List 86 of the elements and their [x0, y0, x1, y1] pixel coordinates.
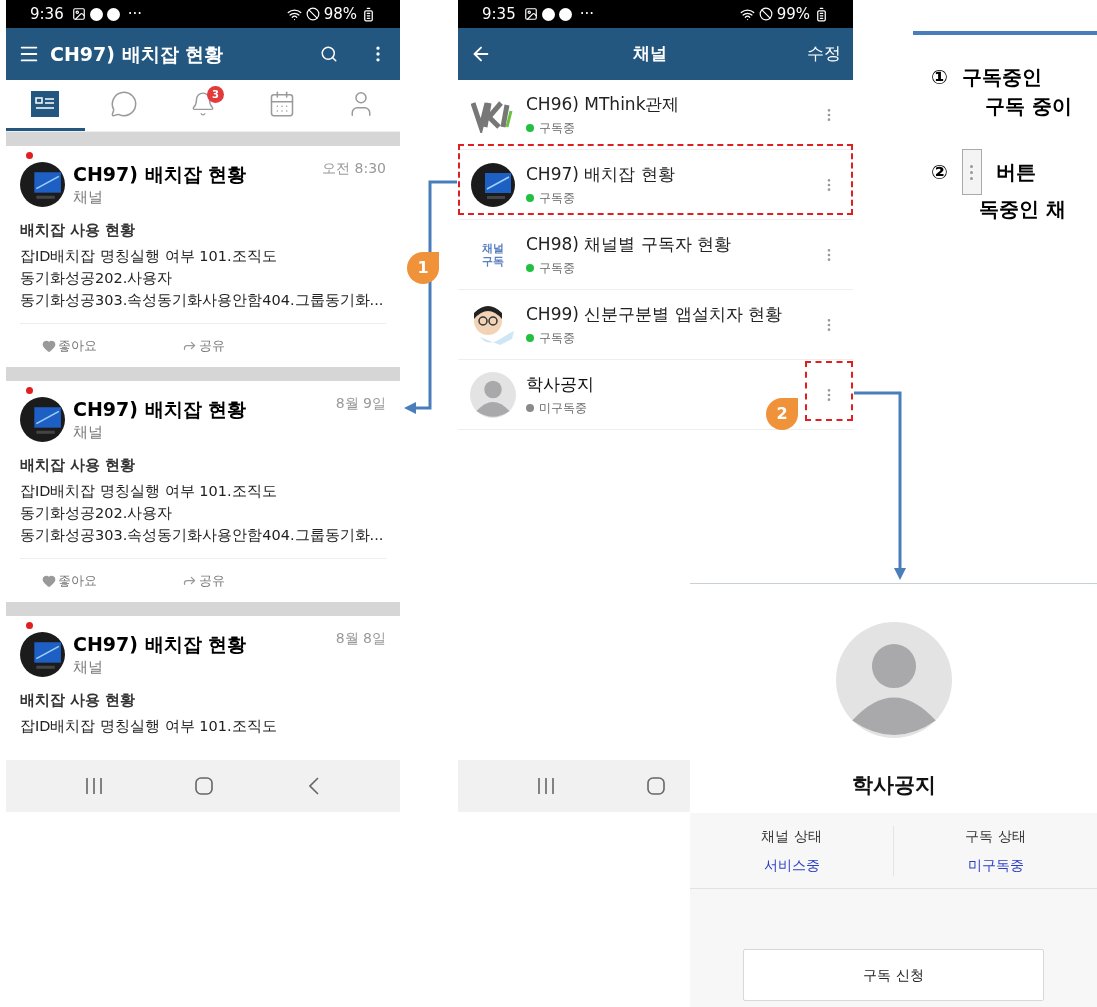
channel-name: 학사공지 [526, 372, 595, 395]
subscription-status: 미구독중 [539, 399, 587, 417]
home-icon[interactable] [195, 777, 213, 795]
post-subtitle: 채널 [73, 422, 104, 443]
channel-name: CH97) 배치잡 현황 [526, 162, 676, 185]
post-channel-title: CH97) 배치잡 현황 [73, 632, 248, 656]
status-value: 서비스중 [763, 855, 820, 875]
battery-percent: 98% [323, 3, 357, 25]
back-icon[interactable] [309, 777, 319, 795]
status-more: ··· [127, 3, 142, 25]
post-heading: 배치잡 사용 현황 [20, 454, 137, 476]
monitor-drawing [20, 397, 65, 442]
channel-logo: 채널 구독 [481, 241, 505, 268]
image-icon [71, 7, 86, 21]
app-bar-title: 채널 [631, 42, 668, 66]
post-heading: 배치잡 사용 현황 [20, 689, 137, 711]
block-icon [758, 7, 773, 21]
subscribe-button[interactable]: 구독 신청 [743, 949, 1044, 1001]
search-icon[interactable] [320, 45, 338, 63]
block-icon [305, 7, 320, 21]
battery-percent: 99% [776, 3, 810, 25]
feed-icon [31, 91, 60, 117]
post-date: 오전 8:30 [322, 159, 386, 178]
note-text: 구독 중이 [984, 93, 1073, 120]
subscription-status: 구독중 [539, 329, 575, 347]
status-label: 채널 상태 [761, 826, 822, 846]
note-text: 구독중인 [961, 64, 1042, 91]
post-subtitle: 채널 [73, 187, 104, 208]
chat-icon [110, 90, 139, 118]
chat-app-icon [541, 7, 555, 21]
recent-apps-icon[interactable] [537, 778, 555, 794]
subscription-status: 구독중 [539, 259, 575, 277]
status-time: 9:36 [30, 3, 64, 25]
app-icon [558, 7, 572, 21]
recent-apps-icon[interactable] [85, 778, 103, 794]
post-channel-title: CH97) 배치잡 현황 [73, 162, 248, 186]
channel-row[interactable]: CH97) 배치잡 현황 구독중 [458, 150, 853, 220]
channel-name: CH98) 채널별 구독자 현황 [526, 232, 733, 255]
subscription-status: 구독중 [539, 119, 575, 137]
battery-icon [361, 6, 376, 22]
note-text: 독중인 채 [978, 196, 1067, 223]
person-avatar [470, 371, 516, 418]
heart-icon [42, 573, 56, 588]
post-heading: 배치잡 사용 현황 [20, 219, 137, 241]
step-number: ② [931, 158, 948, 186]
post-date: 8월 8일 [335, 629, 386, 648]
home-icon[interactable] [647, 777, 665, 795]
monitor-drawing [20, 162, 65, 207]
notification-badge: 3 [207, 86, 224, 103]
channel-row[interactable]: CH99) 신분구분별 앱설치자 현황 구독중 [458, 290, 853, 360]
post-channel-title: CH97) 배치잡 현황 [73, 397, 248, 421]
tab[interactable]: 3 [163, 80, 243, 131]
subscription-status: 구독중 [539, 189, 575, 207]
like-button[interactable]: 좋아요 [20, 570, 160, 591]
battery-icon [814, 6, 829, 22]
step-badge: 1 [407, 252, 439, 284]
app-bar-title: CH97) 배치잡 현황 [50, 41, 225, 67]
image-icon [523, 7, 538, 21]
status-label: 구독 상태 [965, 826, 1026, 846]
channel-row[interactable]: 채널 구독 CH98) 채널별 구독자 현황 구독중 [458, 220, 853, 290]
bell-icon [190, 91, 216, 117]
channel-title: 학사공지 [851, 772, 936, 799]
post-body: 잡ID배치잡 명칭실행 여부 101.조직도 동기화성공202.사용자 동기화성공303.속성동기화사용안함404.그룹동기화... [20, 247, 385, 310]
post-body: 잡ID배치잡 명칭실행 여부 101.조직도 [20, 717, 278, 736]
edit-button[interactable]: 수정 [807, 41, 841, 67]
wifi-icon [739, 6, 755, 22]
post-subtitle: 채널 [73, 657, 104, 678]
note-text: 버튼 [995, 158, 1036, 186]
share-button[interactable]: 공유 [160, 335, 300, 356]
monitor-drawing [20, 632, 65, 677]
status-more: ··· [579, 3, 594, 25]
status-time: 9:35 [482, 3, 516, 25]
heart-icon [42, 338, 56, 353]
post-body: 잡ID배치잡 명칭실행 여부 101.조직도 동기화성공202.사용자 동기화성공303.속성동기화사용안함404.그룹동기화... [20, 482, 385, 545]
monitor-drawing [471, 162, 515, 207]
step-number: ① [931, 64, 948, 91]
share-button[interactable]: 공유 [160, 570, 300, 591]
chat-app-icon [89, 7, 103, 21]
status-value: 미구독중 [967, 855, 1024, 875]
app-icon [106, 7, 120, 21]
channel-name: CH99) 신분구분별 앱설치자 현황 [526, 302, 784, 325]
post-date: 8월 9일 [335, 394, 386, 413]
like-button[interactable]: 좋아요 [20, 335, 160, 356]
wifi-icon [286, 6, 302, 22]
channel-name: CH96) MThink관제 [526, 92, 681, 115]
channel-row[interactable]: CH96) MThink관제 구독중 [458, 80, 853, 150]
